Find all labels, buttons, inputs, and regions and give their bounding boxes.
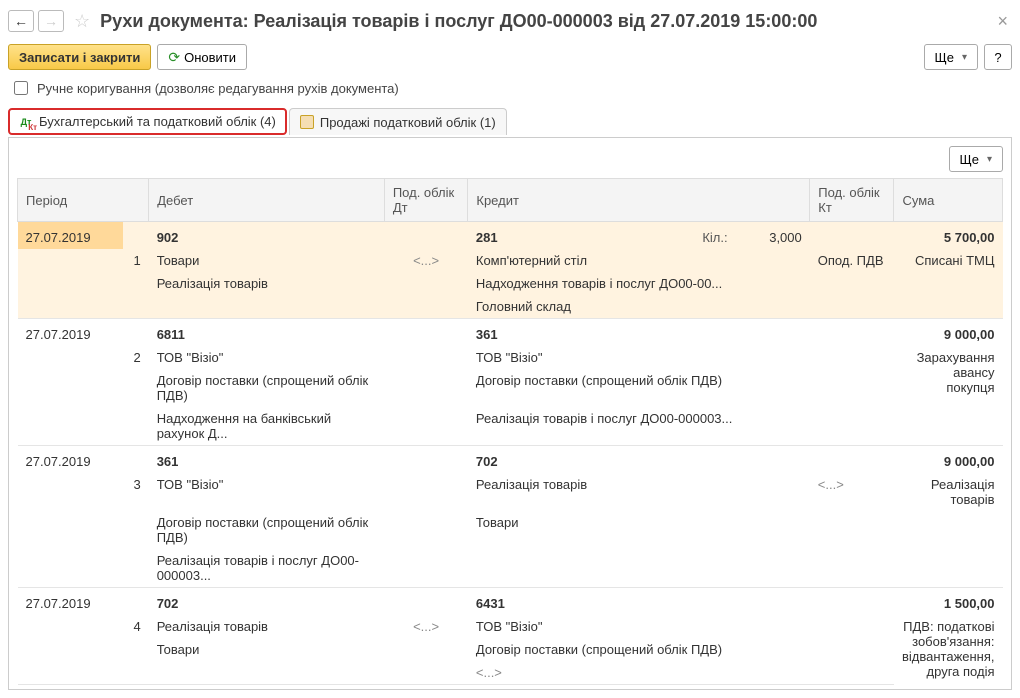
manual-edit-label: Ручне коригування (дозволяє редагування … xyxy=(37,81,399,96)
help-button[interactable]: ? xyxy=(984,44,1012,70)
postings-table: Період Дебет Под. облік Дт Кредит Под. о… xyxy=(17,178,1003,685)
debit-credit-icon: Дт xyxy=(19,115,33,129)
col-period[interactable]: Період xyxy=(18,179,149,222)
tab-accounting[interactable]: Дт Бухгалтерський та податковий облік (4… xyxy=(8,108,287,135)
table-row[interactable]: 27.07.2019 902 281 Кіл.: 3,000 5 700,00 … xyxy=(18,222,1003,319)
refresh-button[interactable]: ⟳ Оновити xyxy=(157,44,247,70)
close-button[interactable]: × xyxy=(993,11,1012,32)
col-pod-kt[interactable]: Под. облік Кт xyxy=(810,179,894,222)
col-credit[interactable]: Кредит xyxy=(468,179,810,222)
tab-sales-tax[interactable]: Продажі податковий облік (1) xyxy=(289,108,507,135)
close-icon: × xyxy=(997,11,1008,31)
table-row[interactable]: 27.07.2019 361 702 9 000,00 3 ТОВ "Візіо… xyxy=(18,446,1003,588)
grid-more-button[interactable]: Ще xyxy=(949,146,1003,172)
more-button[interactable]: Ще xyxy=(924,44,978,70)
tab-label: Продажі податковий облік (1) xyxy=(320,115,496,130)
nav-back-button[interactable]: ← xyxy=(8,10,34,32)
arrow-right-icon: → xyxy=(44,13,58,29)
grid-panel: Ще Період Дебет Под. облік Дт Кредит Под… xyxy=(8,137,1012,690)
tab-label: Бухгалтерський та податковий облік (4) xyxy=(39,114,276,129)
page-title: Рухи документа: Реалізація товарів і пос… xyxy=(100,11,989,32)
col-debit[interactable]: Дебет xyxy=(149,179,385,222)
refresh-label: Оновити xyxy=(184,50,236,65)
manual-edit-checkbox[interactable] xyxy=(14,81,28,95)
arrow-left-icon: ← xyxy=(14,13,28,29)
nav-forward-button[interactable]: → xyxy=(38,10,64,32)
table-row[interactable]: 27.07.2019 702 6431 1 500,00 4 Реалізаці… xyxy=(18,588,1003,685)
col-sum[interactable]: Сума xyxy=(894,179,1003,222)
save-and-close-button[interactable]: Записати і закрити xyxy=(8,44,151,70)
favorite-star-icon[interactable]: ☆ xyxy=(74,11,90,32)
table-row[interactable]: 27.07.2019 6811 361 9 000,00 2 ТОВ "Візі… xyxy=(18,319,1003,446)
refresh-icon: ⟳ xyxy=(168,49,180,66)
document-icon xyxy=(300,115,314,129)
col-pod-dt[interactable]: Под. облік Дт xyxy=(384,179,468,222)
